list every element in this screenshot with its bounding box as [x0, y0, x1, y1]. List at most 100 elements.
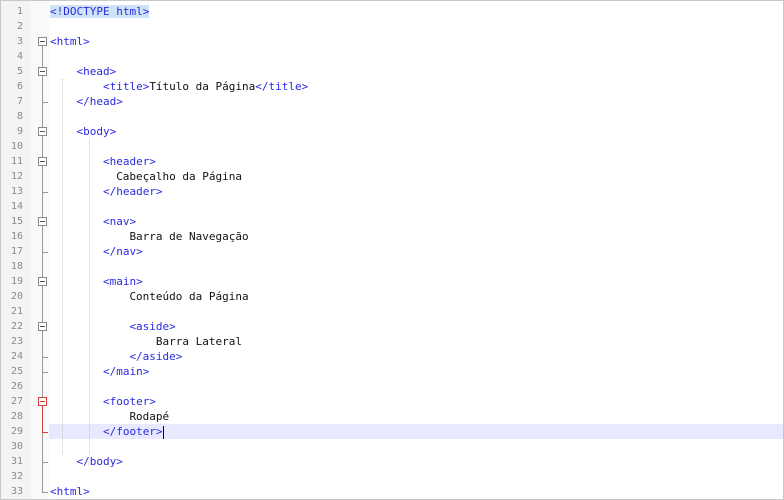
fold-end-marker — [42, 462, 48, 463]
line-number: 28 — [10, 411, 23, 422]
code-line[interactable]: 17 </nav> — [1, 244, 783, 259]
code-line[interactable]: 31 </body> — [1, 454, 783, 469]
code-content: <html> — [50, 484, 90, 499]
html-tag-token: <html> — [50, 485, 90, 498]
code-content: Barra Lateral — [156, 334, 242, 349]
code-content: Conteúdo da Página — [129, 289, 248, 304]
code-line[interactable]: 8 — [1, 109, 783, 124]
code-content: </nav> — [103, 244, 143, 259]
code-line[interactable]: 15 <nav> — [1, 214, 783, 229]
text-token: Conteúdo da Página — [129, 290, 249, 303]
code-content: <main> — [103, 274, 143, 289]
code-line[interactable]: 14 — [1, 199, 783, 214]
html-tag-token: </title> — [255, 80, 309, 93]
line-number: 31 — [10, 456, 23, 467]
html-tag-token: </body> — [76, 455, 123, 468]
line-number: 10 — [10, 141, 23, 152]
code-content: </body> — [76, 454, 122, 469]
line-number: 17 — [10, 246, 23, 257]
code-content: <title>Título da Página</title> — [103, 79, 308, 94]
fold-toggle-icon[interactable] — [38, 67, 47, 76]
text-token: Título da Página — [149, 80, 256, 93]
code-content: </main> — [103, 364, 149, 379]
html-tag-token: <title> — [102, 80, 150, 93]
code-content: <body> — [76, 124, 116, 139]
code-content: </aside> — [129, 349, 182, 364]
line-number: 4 — [16, 51, 23, 62]
code-content: <nav> — [103, 214, 136, 229]
code-line[interactable]: 12 Cabeçalho da Página — [1, 169, 783, 184]
code-line[interactable]: 18 — [1, 259, 783, 274]
line-number: 13 — [10, 186, 23, 197]
code-line[interactable]: 3 <html> — [1, 34, 783, 49]
line-number: 8 — [16, 111, 23, 122]
line-number: 22 — [10, 321, 23, 332]
code-line[interactable]: 32 — [1, 469, 783, 484]
code-line[interactable]: 21 — [1, 304, 783, 319]
fold-toggle-icon[interactable] — [38, 217, 47, 226]
fold-end-marker — [42, 102, 48, 103]
code-line[interactable]: 22 <aside> — [1, 319, 783, 334]
code-line[interactable]: 10 — [1, 139, 783, 154]
code-content: <header> — [103, 154, 156, 169]
current-line[interactable]: 29 </footer> — [1, 424, 783, 439]
code-content: </footer> — [103, 424, 164, 439]
code-content: Barra de Navegação — [129, 229, 248, 244]
code-content: <html> — [50, 34, 90, 49]
fold-end-marker — [42, 492, 48, 493]
html-tag-token: <aside> — [129, 320, 176, 333]
line-number: 15 — [10, 216, 23, 227]
code-line[interactable]: 13 </header> — [1, 184, 783, 199]
html-tag-token: <head> — [76, 65, 117, 78]
fold-toggle-icon[interactable] — [38, 127, 47, 136]
html-tag-token: <main> — [102, 275, 143, 288]
fold-end-marker — [42, 357, 48, 358]
fold-toggle-icon[interactable] — [38, 37, 47, 46]
fold-toggle-icon[interactable] — [38, 322, 47, 331]
line-number: 32 — [10, 471, 23, 482]
indent-guide — [88, 139, 90, 454]
code-line[interactable]: 5 <head> — [1, 64, 783, 79]
line-number: 9 — [16, 126, 23, 137]
line-number: 3 — [16, 36, 23, 47]
code-line[interactable]: 24 </aside> — [1, 349, 783, 364]
line-number: 19 — [10, 276, 23, 287]
code-line[interactable]: 2 — [1, 19, 783, 34]
code-line[interactable]: 30 — [1, 439, 783, 454]
line-number: 29 — [10, 426, 23, 437]
code-line[interactable]: 27 <footer> — [1, 394, 783, 409]
text-token: Barra Lateral — [155, 335, 242, 348]
code-line[interactable]: 28 Rodapé — [1, 409, 783, 424]
code-editor[interactable]: 1 <!DOCTYPE html> 2 3 <html> 4 5 <head> 6 <title>… — [0, 0, 784, 500]
code-line[interactable]: 25 </main> — [1, 364, 783, 379]
code-line[interactable]: 26 — [1, 379, 783, 394]
html-tag-token: </main> — [102, 365, 150, 378]
line-number: 2 — [16, 21, 23, 32]
html-tag-token: </footer> — [102, 425, 163, 438]
code-line[interactable]: 9 <body> — [1, 124, 783, 139]
text-token: Cabeçalho da Página — [116, 170, 243, 183]
fold-end-marker — [42, 192, 48, 193]
code-line[interactable]: 23 Barra Lateral — [1, 334, 783, 349]
code-line[interactable]: 16 Barra de Navegação — [1, 229, 783, 244]
fold-toggle-icon[interactable] — [38, 277, 47, 286]
code-line[interactable]: 19 <main> — [1, 274, 783, 289]
code-content: Cabeçalho da Página — [116, 169, 242, 184]
text-caret — [162, 425, 164, 439]
fold-range-line — [42, 226, 43, 252]
line-number: 26 — [10, 381, 23, 392]
code-line[interactable]: 20 Conteúdo da Página — [1, 289, 783, 304]
fold-toggle-icon[interactable] — [38, 397, 47, 406]
fold-toggle-icon[interactable] — [38, 157, 47, 166]
text-token: Rodapé — [129, 410, 170, 423]
code-line[interactable]: 33 <html> — [1, 484, 783, 499]
code-line[interactable]: 1 <!DOCTYPE html> — [1, 4, 783, 19]
line-number: 16 — [10, 231, 23, 242]
code-line[interactable]: 7 </head> — [1, 94, 783, 109]
line-number: 6 — [16, 81, 23, 92]
code-line[interactable]: 4 — [1, 49, 783, 64]
line-number: 27 — [10, 396, 23, 407]
code-line[interactable]: 11 <header> — [1, 154, 783, 169]
line-number: 20 — [10, 291, 23, 302]
code-line[interactable]: 6 <title>Título da Página</title> — [1, 79, 783, 94]
